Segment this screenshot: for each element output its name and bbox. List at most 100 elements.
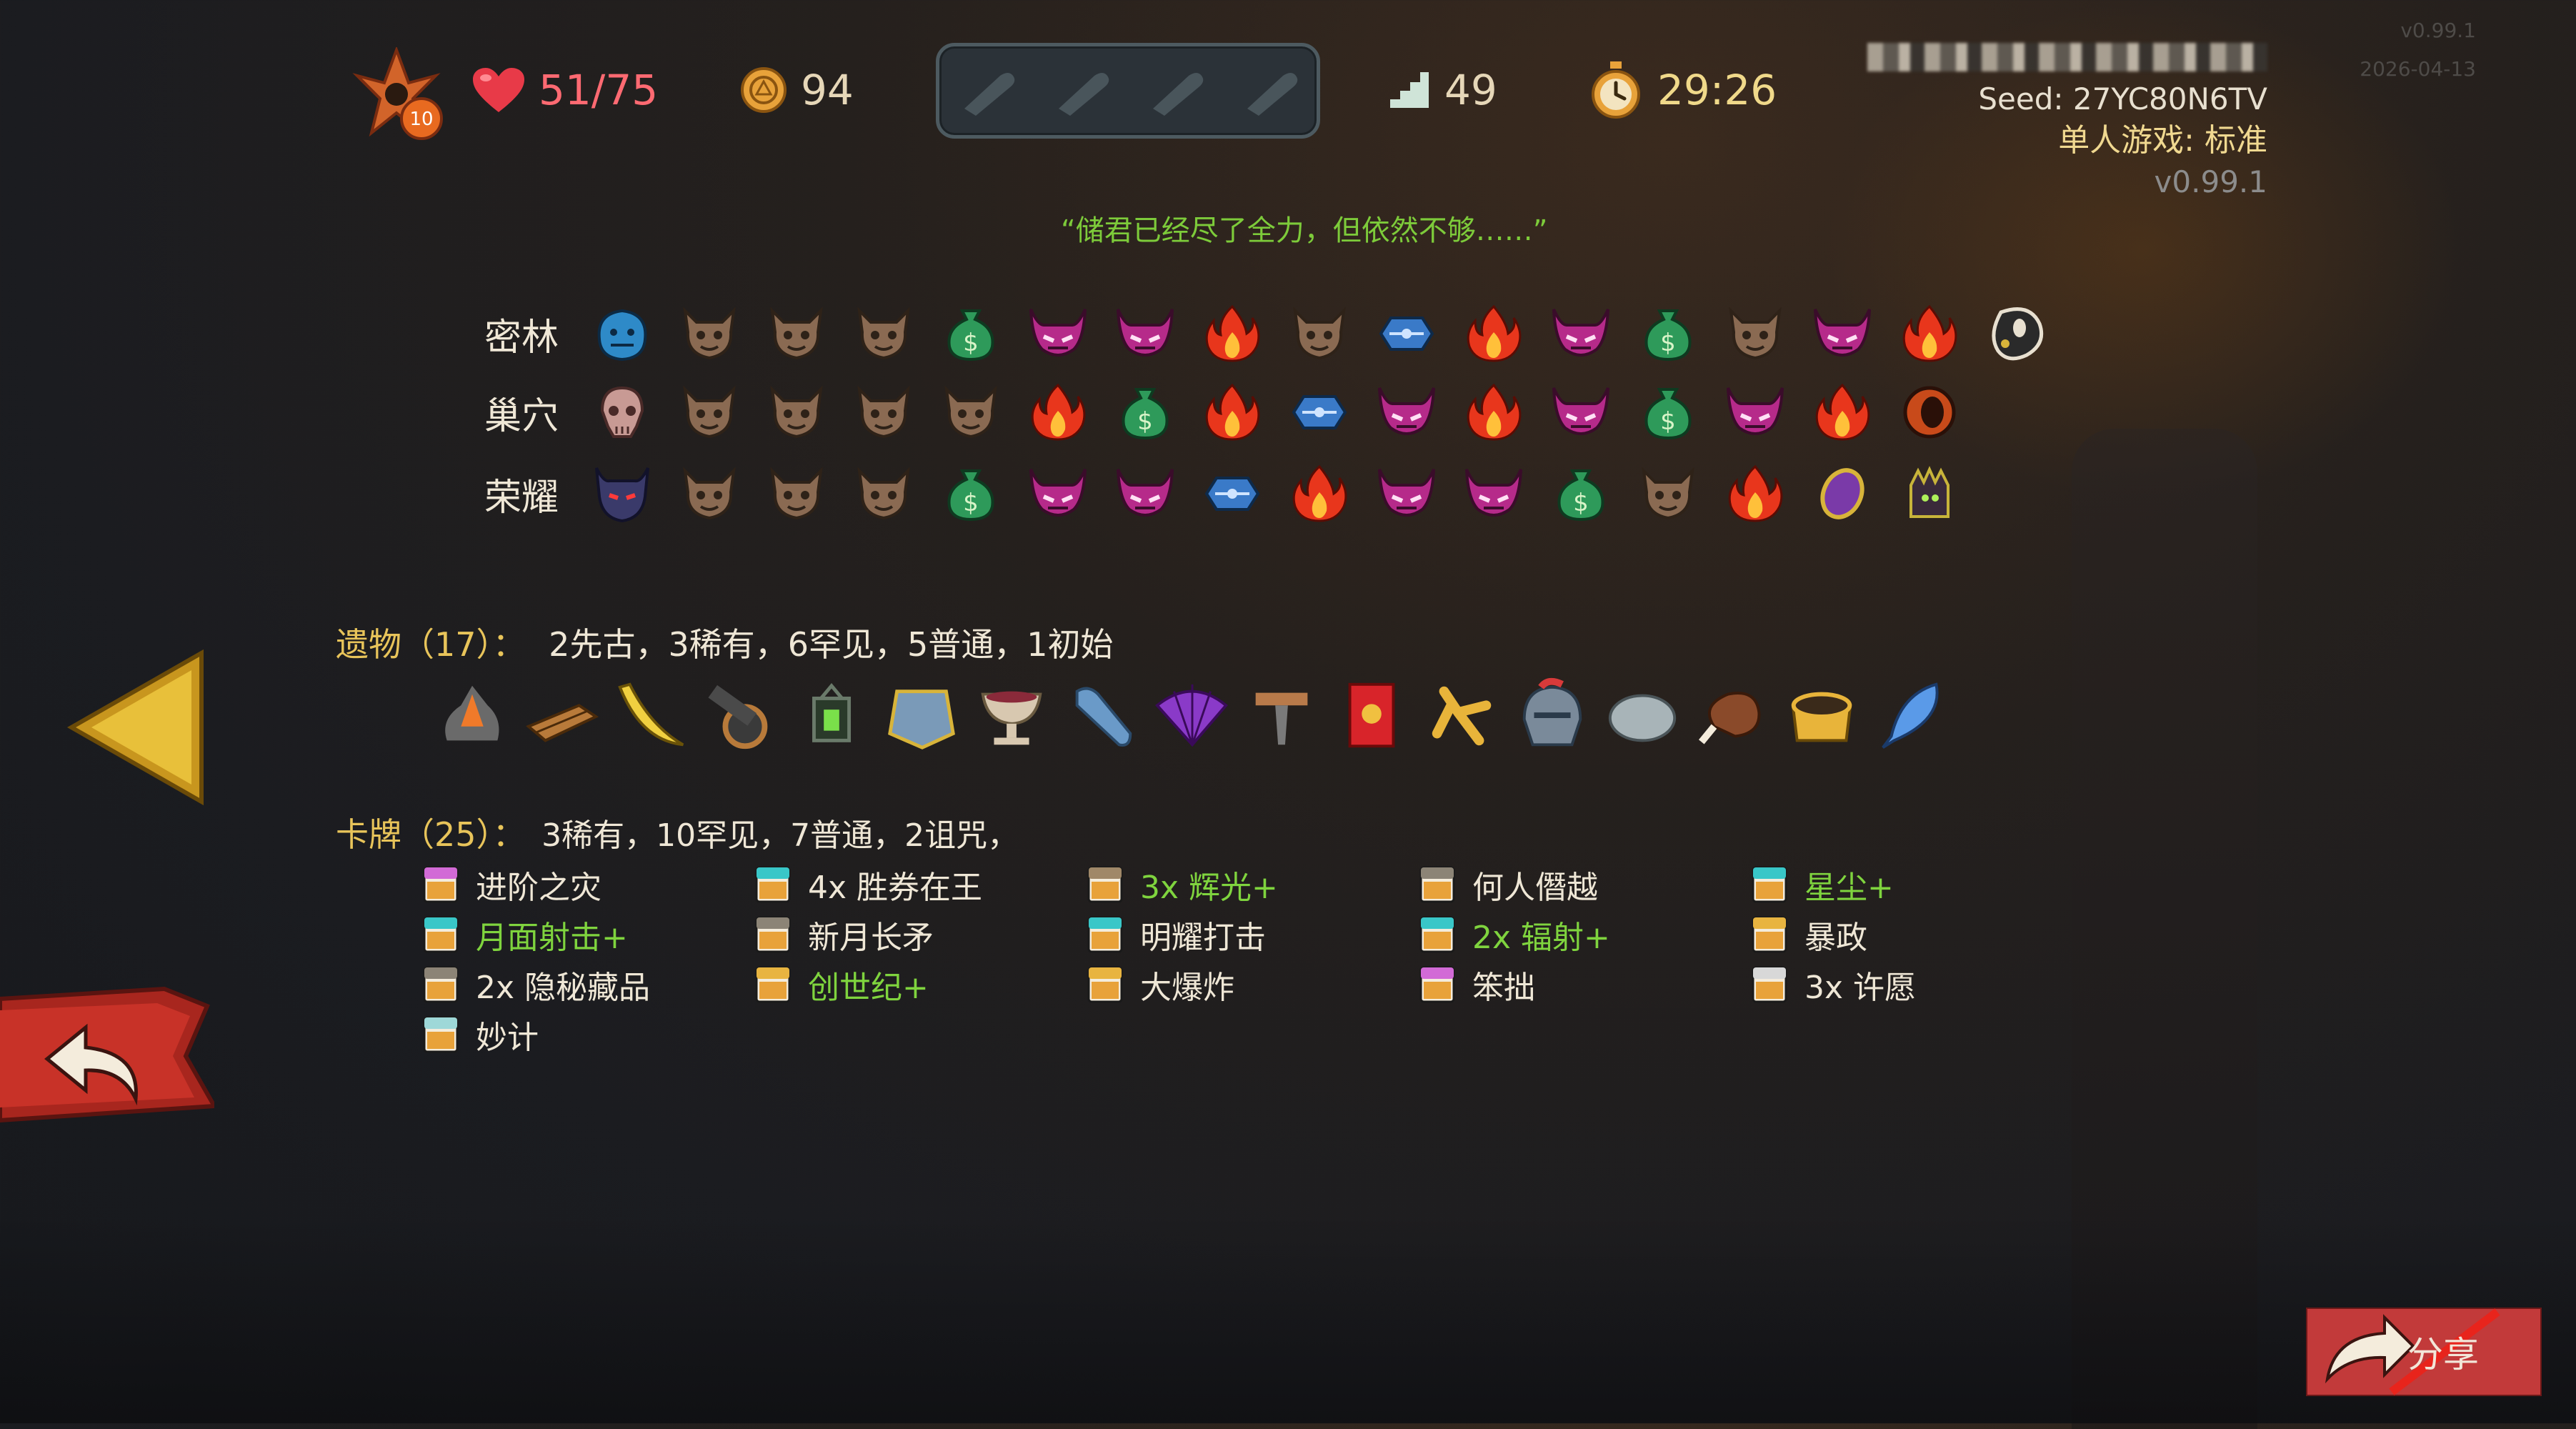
elite-node-icon[interactable] (1014, 450, 1102, 537)
merchant-node-icon[interactable]: $ (1624, 369, 1712, 456)
monster-node-icon[interactable] (1712, 290, 1799, 377)
empty-potion-slot-icon[interactable] (1237, 66, 1302, 116)
empty-potion-slot-icon[interactable] (1143, 66, 1207, 116)
merchant-node-icon[interactable]: $ (1624, 290, 1712, 377)
boss-ring-node-icon[interactable] (1886, 369, 1973, 456)
merchant-node-icon[interactable]: $ (927, 450, 1014, 537)
elite-node-icon[interactable] (1102, 450, 1189, 537)
defeat-quote: “储君已经尽了全力，但依然不够……” (1061, 214, 1548, 247)
card-entry[interactable]: 笨拙 (1418, 965, 1750, 1006)
monster-node-icon[interactable] (1276, 290, 1363, 377)
campfire-node-icon[interactable] (1450, 369, 1537, 456)
card-entry[interactable]: 创世纪+ (754, 965, 1086, 1006)
campfire-node-icon[interactable] (1276, 450, 1363, 537)
elite-node-icon[interactable] (1712, 369, 1799, 456)
elite-node-icon[interactable] (1799, 290, 1886, 377)
boss-knight-node-icon[interactable] (1886, 450, 1973, 537)
sleeping-bag-relic-icon[interactable] (1057, 672, 1147, 762)
hp-display[interactable]: 51/75 (471, 66, 658, 114)
campfire-node-icon[interactable] (1189, 369, 1276, 456)
empty-potion-slot-icon[interactable] (1049, 66, 1113, 116)
campfire-node-icon[interactable] (1189, 290, 1276, 377)
monster-node-icon[interactable] (753, 290, 840, 377)
gold-display[interactable]: 94 (739, 66, 854, 114)
knight-helmet-relic-icon[interactable] (1507, 672, 1597, 762)
cannon-relic-icon[interactable] (697, 672, 787, 762)
smooth-stone-relic-icon[interactable] (1597, 672, 1687, 762)
campfire-node-icon[interactable] (1886, 290, 1973, 377)
monster-node-icon[interactable] (1624, 450, 1712, 537)
card-entry[interactable]: 3x 辉光+ (1086, 865, 1418, 906)
boss-ghost-node-icon[interactable] (1973, 290, 2060, 377)
monster-node-icon[interactable] (753, 450, 840, 537)
empty-potion-slot-icon[interactable] (954, 66, 1019, 116)
skull-boss-icon[interactable] (579, 369, 666, 456)
monster-node-icon[interactable] (840, 290, 927, 377)
monster-node-icon[interactable] (666, 450, 753, 537)
card-entry[interactable]: 3x 许愿 (1750, 965, 2082, 1006)
card-entry[interactable]: 妙计 (421, 1015, 754, 1056)
blue-feather-relic-icon[interactable] (1867, 672, 1957, 762)
elite-node-icon[interactable] (1363, 369, 1450, 456)
card-entry[interactable]: 4x 胜券在王 (754, 865, 1086, 906)
campfire-node-icon[interactable] (1014, 369, 1102, 456)
merchant-node-icon[interactable]: $ (1102, 369, 1189, 456)
golden-claw-relic-icon[interactable] (1417, 672, 1507, 762)
monster-node-icon[interactable] (840, 369, 927, 456)
card-label: 3x 许愿 (1804, 970, 1917, 1006)
monster-node-icon[interactable] (753, 369, 840, 456)
ascension-indicator[interactable]: 10 (350, 46, 450, 140)
elite-node-icon[interactable] (1450, 450, 1537, 537)
treasure-node-icon[interactable] (1276, 369, 1363, 456)
card-label: 大爆炸 (1140, 970, 1234, 1006)
monster-node-icon[interactable] (666, 290, 753, 377)
red-envelope-relic-icon[interactable] (1327, 672, 1417, 762)
folding-fan-relic-icon[interactable] (1147, 672, 1237, 762)
card-type-icon (423, 966, 459, 1003)
return-button[interactable] (0, 985, 214, 1127)
demon-boss-icon[interactable] (579, 450, 666, 537)
cape-relic-icon[interactable] (877, 672, 967, 762)
card-entry[interactable]: 2x 辐射+ (1418, 915, 1750, 956)
card-entry[interactable]: 大爆炸 (1086, 965, 1418, 1006)
chalice-relic-icon[interactable] (967, 672, 1057, 762)
floor-display[interactable]: 49 (1387, 66, 1497, 114)
monster-node-icon[interactable] (927, 369, 1014, 456)
card-entry[interactable]: 何人僭越 (1418, 865, 1750, 906)
campfire-node-icon[interactable] (1450, 290, 1537, 377)
ascension-level: 10 (409, 109, 434, 130)
wood-planks-relic-icon[interactable] (517, 672, 607, 762)
timer-display[interactable]: 29:26 (1587, 60, 1777, 120)
card-entry[interactable]: 星尘+ (1750, 865, 2082, 906)
merchant-node-icon[interactable]: $ (927, 290, 1014, 377)
elite-node-icon[interactable] (1363, 450, 1450, 537)
elite-node-icon[interactable] (1102, 290, 1189, 377)
seed-text[interactable]: Seed: 27YC80N6TV (1978, 79, 2267, 120)
card-entry[interactable]: 暴政 (1750, 915, 2082, 956)
previous-arrow-button[interactable] (66, 649, 209, 806)
monster-node-icon[interactable] (666, 369, 753, 456)
meat-bone-relic-icon[interactable] (1687, 672, 1777, 762)
amulet-node-icon[interactable] (1799, 450, 1886, 537)
card-label: 笨拙 (1472, 970, 1535, 1006)
campfire-node-icon[interactable] (1799, 369, 1886, 456)
gold-crown-relic-icon[interactable] (1777, 672, 1867, 762)
card-entry[interactable]: 新月长矛 (754, 915, 1086, 956)
banana-boomerang-relic-icon[interactable] (607, 672, 697, 762)
ember-rock-relic-icon[interactable] (427, 672, 517, 762)
card-entry[interactable]: 明耀打击 (1086, 915, 1418, 956)
treasure-node-icon[interactable] (1363, 290, 1450, 377)
treasure-node-icon[interactable] (1189, 450, 1276, 537)
card-entry[interactable]: 2x 隐秘藏品 (421, 965, 754, 1006)
monster-node-icon[interactable] (840, 450, 927, 537)
card-entry[interactable]: 进阶之灾 (421, 865, 754, 906)
elite-node-icon[interactable] (1014, 290, 1102, 377)
lantern-relic-icon[interactable] (787, 672, 877, 762)
elite-node-icon[interactable] (1537, 369, 1624, 456)
card-entry[interactable]: 月面射击+ (421, 915, 754, 956)
campfire-node-icon[interactable] (1712, 450, 1799, 537)
elite-node-icon[interactable] (1537, 290, 1624, 377)
blue-slime-boss-icon[interactable] (579, 290, 666, 377)
merchant-node-icon[interactable]: $ (1537, 450, 1624, 537)
anvil-hammer-relic-icon[interactable] (1237, 672, 1327, 762)
